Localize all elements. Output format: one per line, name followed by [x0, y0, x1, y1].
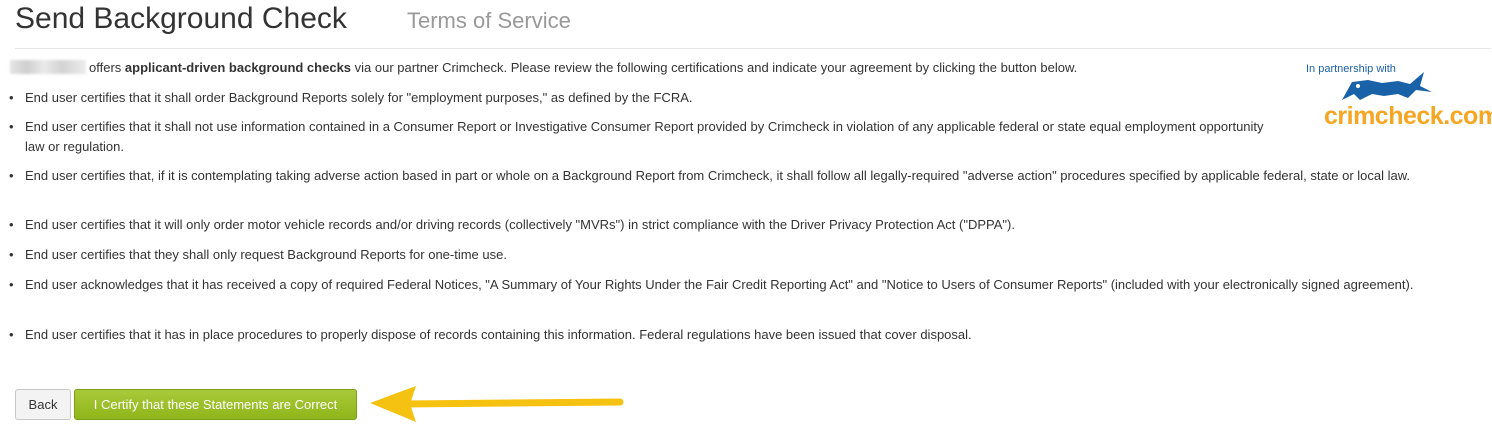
certification-item: End user certifies that they shall only … — [9, 245, 1480, 265]
intro-text-before: offers — [89, 60, 122, 75]
intro-text-after: via our partner Crimcheck. Please review… — [354, 60, 1078, 75]
page-title: Send Background Check — [15, 2, 347, 35]
certification-item: End user acknowledges that it has receiv… — [9, 275, 1435, 295]
crimcheck-wordmark: crimcheck.com — [1324, 102, 1492, 130]
arrow-left-icon — [370, 386, 624, 422]
certification-item: End user certifies that it has in place … — [9, 325, 1480, 345]
crimcheck-mascot-icon — [1342, 72, 1432, 100]
back-button[interactable]: Back — [15, 389, 71, 420]
intro-bold-text: applicant-driven background checks — [124, 60, 352, 75]
certification-item: End user certifies that it shall order B… — [9, 88, 1480, 108]
certify-button[interactable]: I Certify that these Statements are Corr… — [74, 389, 357, 420]
page-header: Send Background Check Terms of Service — [15, 0, 1491, 49]
redacted-company-name — [10, 60, 86, 74]
certification-item: End user certifies that, if it is contem… — [9, 166, 1480, 186]
certification-item: End user certifies that it will only ord… — [9, 215, 1480, 235]
crimcheck-logo: In partnership with crimcheck.com — [1300, 60, 1492, 135]
intro-paragraph: offers applicant-driven background check… — [10, 60, 1077, 76]
page-subtitle: Terms of Service — [407, 8, 571, 33]
certification-item: End user certifies that it shall not use… — [9, 117, 1280, 157]
